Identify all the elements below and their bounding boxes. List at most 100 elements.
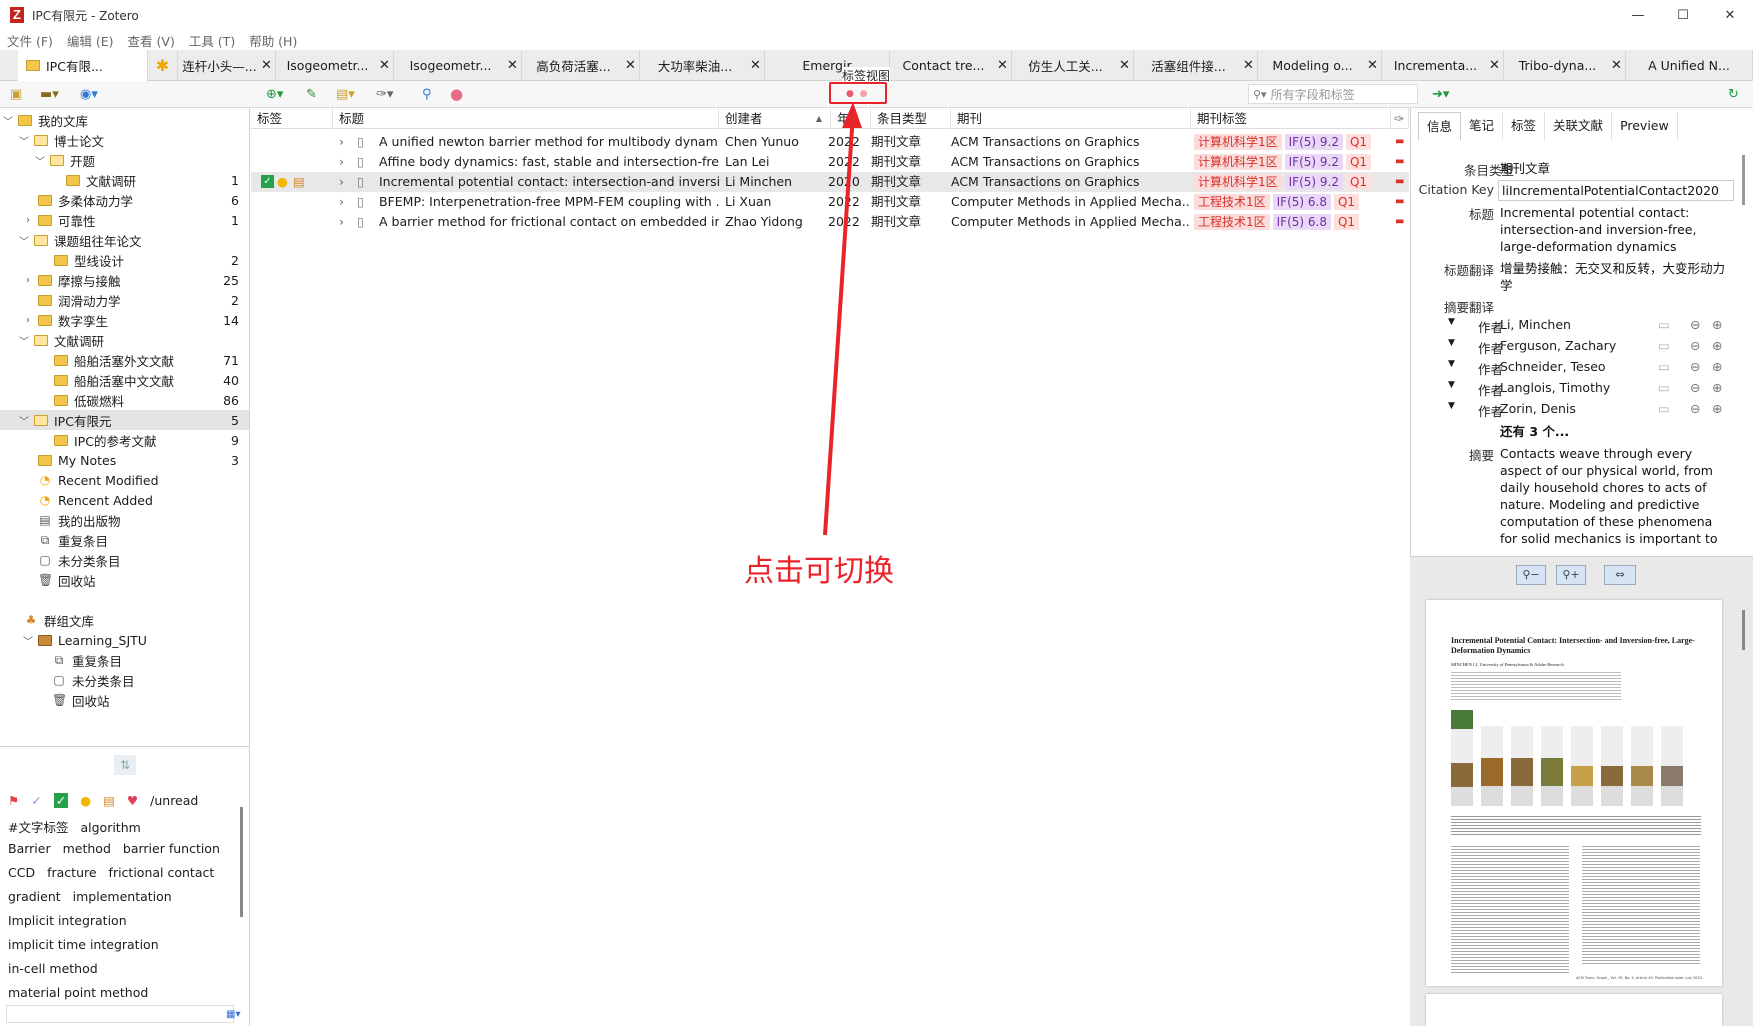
tab-close-icon[interactable]: ✕ [1489,58,1503,73]
chevron-right-icon[interactable]: › [339,132,351,152]
new-library-icon[interactable]: ▬▾ [40,85,59,103]
preview-scrollbar[interactable] [1742,610,1745,650]
chevron-down-icon[interactable]: ▼ [1448,317,1455,327]
tree-row[interactable]: 🗑 回收站 [0,690,249,710]
tab-close-icon[interactable]: ✕ [1611,58,1625,73]
remove-icon[interactable]: ⊖ [1690,338,1700,353]
chevron-down-icon[interactable]: ▼ [1448,338,1455,348]
tree-row[interactable]: ▤ 我的出版物 [0,510,249,530]
tree-row[interactable]: › 数字孪生 14 [0,310,249,330]
tab-close-icon[interactable]: ✕ [507,58,521,73]
tab-close-icon[interactable]: ✕ [625,58,639,73]
bulb-icon[interactable]: ● [80,793,91,808]
pdf-icon[interactable]: ▬ [1395,152,1404,172]
tag[interactable]: in-cell method [8,961,98,976]
tree-row[interactable]: ▢ 未分类条目 [0,670,249,690]
chevron-down-icon[interactable]: ﹀ [2,113,14,128]
tag-scrollbar[interactable] [240,807,243,917]
attachment-column-icon[interactable]: ✑ [1391,108,1409,129]
remove-icon[interactable]: ⊖ [1690,317,1700,332]
creator-name[interactable]: Ferguson, Zachary [1500,338,1616,353]
tree-row[interactable]: IPC的参考文献 9 [0,430,249,450]
remove-icon[interactable]: ⊖ [1690,359,1700,374]
tab-item[interactable]: Modeling o... ✕ [1258,50,1382,81]
add-by-identifier-icon[interactable]: ✎ [306,85,317,103]
tree-row[interactable]: 型线设计 2 [0,250,249,270]
tab-item[interactable]: Incrementa... ✕ [1382,50,1504,81]
remove-icon[interactable]: ⊖ [1690,401,1700,416]
more-creators-link[interactable]: 还有 3 个... [1500,423,1569,440]
tab-library[interactable]: IPC有限... [18,50,148,81]
add-icon[interactable]: ⊕ [1712,380,1722,395]
menu-file[interactable]: 文件 (F) [0,31,60,50]
tab-related[interactable]: 关联文献 [1545,112,1613,140]
menu-help[interactable]: 帮助 (H) [242,31,304,50]
menu-view[interactable]: 查看 (V) [121,31,182,50]
flag-icon[interactable]: ⚑ [8,793,19,808]
col-tags[interactable]: 标签 [251,108,333,129]
search-field[interactable]: ⚲▾ 所有字段和标签 [1248,84,1418,104]
tag-actions-icon[interactable]: ▦▾ [226,1009,240,1020]
chevron-right-icon[interactable]: › [22,315,34,326]
tree-row[interactable]: ﹀ 课题组往年论文 [0,230,249,250]
chevron-down-icon[interactable]: ﹀ [22,633,34,648]
tab-item[interactable]: Contact tre... ✕ [890,50,1012,81]
chevron-right-icon[interactable]: › [339,152,351,172]
new-item-icon[interactable]: ⊕▾ [266,85,283,103]
tag[interactable]: method [63,841,111,856]
tab-item[interactable]: 仿生人工关... ✕ [1012,50,1134,81]
chevron-down-icon[interactable]: ﹀ [18,133,30,148]
tab-preview[interactable]: Preview [1612,112,1678,140]
tab-close-icon[interactable]: ✕ [1367,58,1381,73]
close-button[interactable]: ✕ [1707,0,1753,30]
maximize-button[interactable]: ☐ [1660,0,1706,30]
tag[interactable]: material point method [8,985,148,1000]
col-journal[interactable]: 期刊 [951,108,1191,129]
tab-item[interactable]: 大功率柴油... ✕ [640,50,765,81]
new-note-icon[interactable]: ▤▾ [336,85,355,103]
field-mode-icon[interactable]: ▭ [1658,317,1670,332]
chevron-down-icon[interactable]: ▼ [1448,401,1455,411]
tree-row[interactable]: ▢ 未分类条目 [0,550,249,570]
tag[interactable]: Barrier [8,841,51,856]
chevron-down-icon[interactable]: ﹀ [18,233,30,248]
add-icon[interactable]: ⊕ [1712,338,1722,353]
tree-row[interactable]: › 可靠性 1 [0,210,249,230]
zoom-out-icon[interactable]: ⚲− [1516,565,1546,585]
zoom-in-icon[interactable]: ⚲+ [1556,565,1586,585]
chevron-down-icon[interactable]: ﹀ [34,153,46,168]
heart-icon[interactable]: ♥ [127,793,138,808]
tab-item[interactable]: A Unified N... [1626,50,1753,81]
chevron-down-icon[interactable]: ﹀ [18,333,30,348]
chevron-down-icon[interactable]: ▼ [1448,359,1455,369]
tree-row-selected[interactable]: ﹀ IPC有限元 5 [0,410,249,430]
tag-unread[interactable]: /unread [150,793,198,808]
tab-close-icon[interactable]: ✕ [750,58,764,73]
chevron-right-icon[interactable]: › [22,275,34,286]
tag[interactable]: gradient [8,889,61,904]
tree-row[interactable]: ◔ Recent Modified [0,470,249,490]
tab-close-icon[interactable]: ✕ [261,58,275,73]
pdf-icon[interactable]: ▬ [1395,132,1404,152]
title-value[interactable]: Incremental potential contact: intersect… [1500,204,1730,255]
tab-item[interactable]: Tribo-dyna... ✕ [1504,50,1626,81]
tab-new-icon[interactable]: ✱ [148,50,178,81]
locate-icon[interactable]: ● [450,85,463,103]
tab-notes[interactable]: 笔记 [1461,112,1504,140]
tree-row-group-libraries[interactable]: ♣ 群组文库 [0,610,249,630]
attachment-icon[interactable]: ✑▾ [376,85,393,103]
chevron-right-icon[interactable]: › [339,192,351,212]
chevron-down-icon[interactable]: ▼ [1448,380,1455,390]
tree-row[interactable]: 🗑 回收站 [0,570,249,590]
tree-row[interactable]: 多柔体动力学 6 [0,190,249,210]
locate-arrow-icon[interactable]: ➜▾ [1432,85,1449,103]
tree-row[interactable]: 润滑动力学 2 [0,290,249,310]
sync-status-icon[interactable]: ◉▾ [80,85,98,103]
new-collection-icon[interactable]: ▣ [10,85,22,103]
tree-row[interactable]: ﹀ Learning_SJTU [0,630,249,650]
sync-icon[interactable]: ↻ [1728,85,1739,103]
tab-close-icon[interactable]: ✕ [1119,58,1133,73]
tag[interactable]: Implicit integration [8,913,127,928]
citekey-field[interactable]: liIncrementalPotentialContact2020 [1498,180,1734,201]
fit-width-icon[interactable]: ⇔ [1604,565,1636,585]
